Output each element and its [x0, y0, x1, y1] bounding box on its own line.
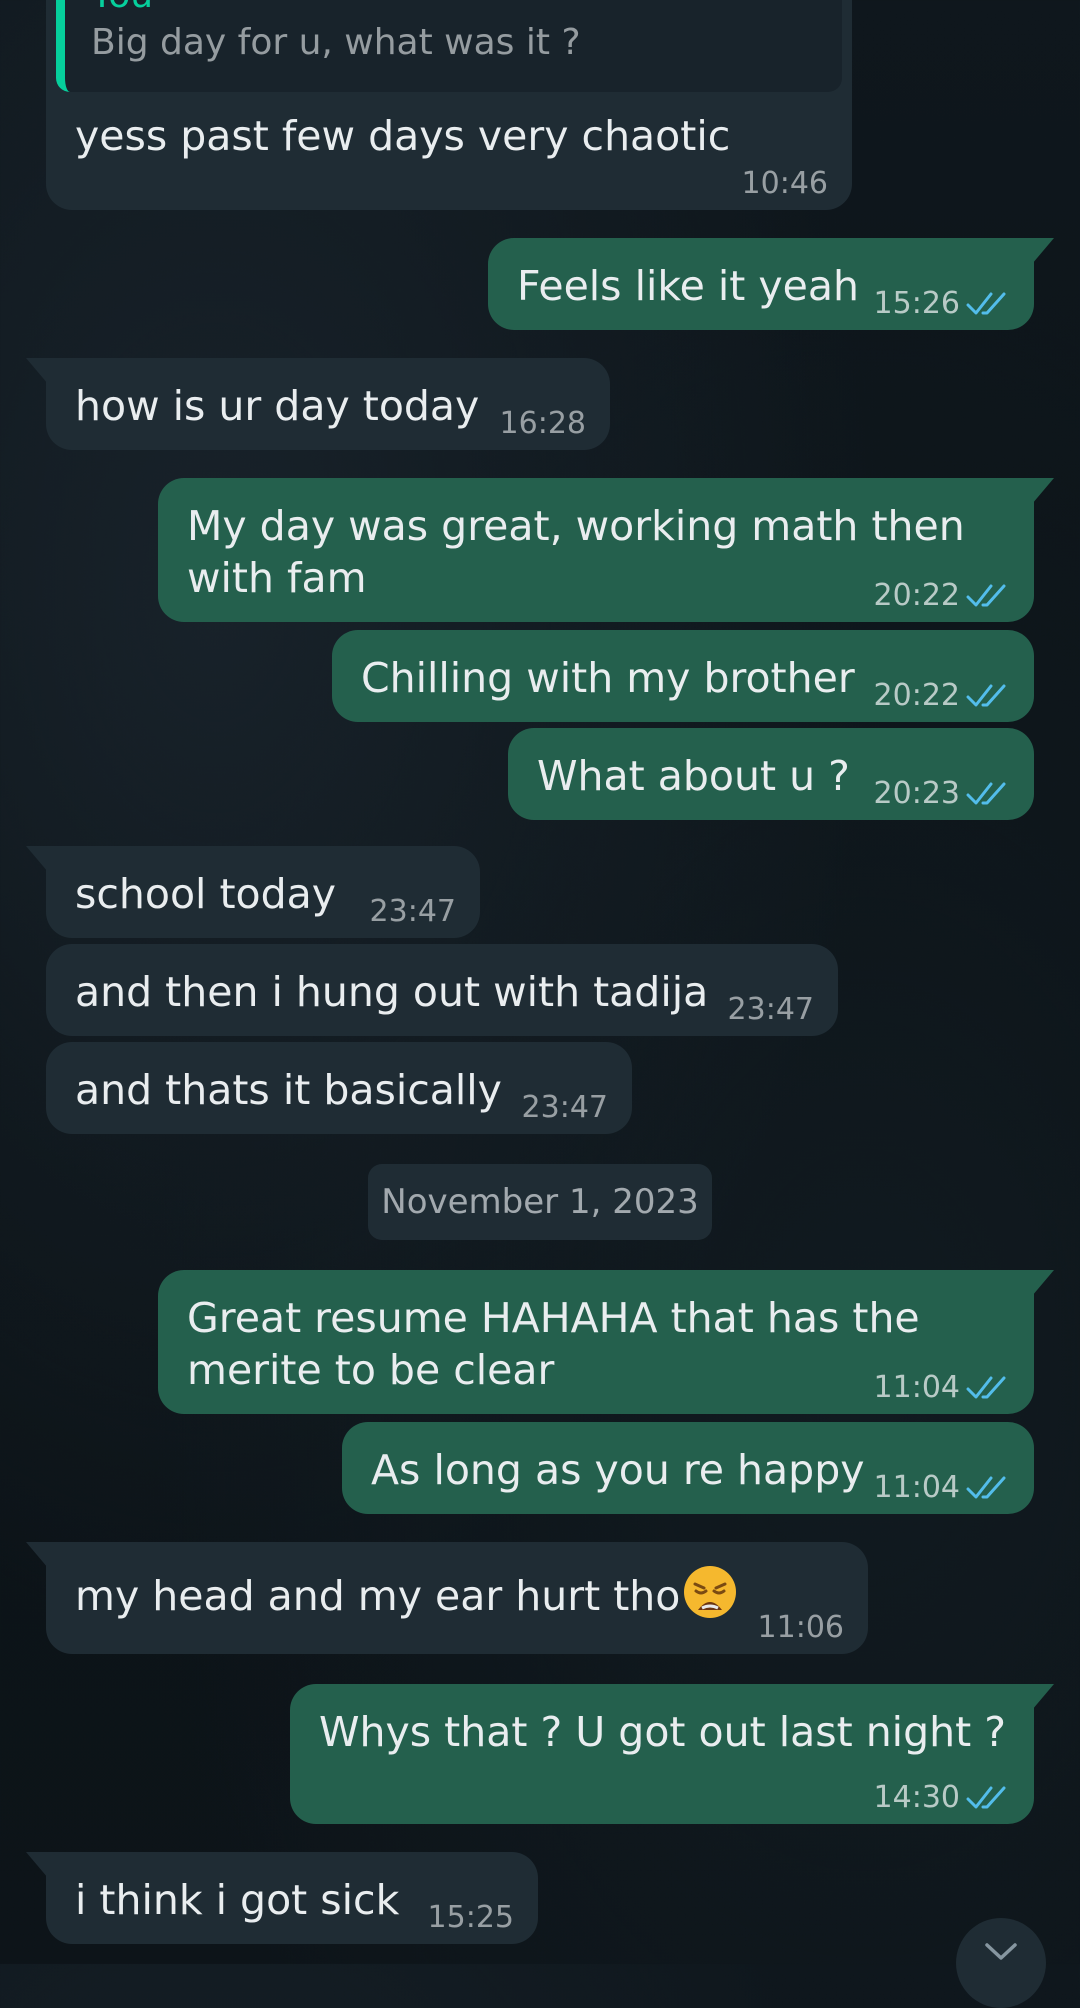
message-meta: 16:28	[500, 409, 586, 439]
message-bubble-outgoing[interactable]: Chilling with my brother 20:22	[332, 630, 1034, 722]
message-meta: 20:22	[874, 681, 1010, 711]
message-bubble-incoming[interactable]: school today 23:47	[26, 846, 480, 938]
message-bubble-incoming[interactable]: i think i got sick 15:25	[26, 1852, 538, 1944]
message-time: 11:04	[873, 1370, 960, 1405]
scroll-to-bottom-button[interactable]	[956, 1918, 1046, 2008]
message-text: school today	[75, 870, 337, 918]
message-text: my head and my ear hurt tho	[75, 1572, 681, 1620]
message-text: i think i got sick	[75, 1876, 400, 1924]
message-bubble-outgoing[interactable]: Whys that ? U got out last night ? 14:30	[290, 1684, 1054, 1824]
message-bubble-outgoing[interactable]: My day was great, working math then with…	[158, 478, 1054, 622]
message-text: yess past few days very chaotic	[75, 112, 731, 160]
message-meta: 11:04	[874, 1473, 1010, 1503]
quoted-author: You	[91, 0, 153, 16]
message-meta: 20:22	[874, 581, 1010, 611]
message-text: Great resume HAHAHA that has the merite …	[187, 1294, 920, 1394]
message-text-row: my head and my ear hurt tho	[75, 1564, 738, 1622]
double-check-icon	[966, 684, 1006, 707]
message-text: What about u ?	[537, 752, 850, 800]
message-meta: 11:04	[874, 1373, 1010, 1403]
message-text: and then i hung out with tadija	[75, 968, 709, 1016]
message-meta: 15:25	[428, 1903, 514, 1933]
message-time: 11:06	[757, 1610, 844, 1645]
message-time: 16:28	[499, 406, 586, 441]
double-check-icon	[966, 782, 1006, 805]
double-check-icon	[966, 1476, 1006, 1499]
weary-face-emoji	[684, 1566, 737, 1618]
message-time: 23:47	[727, 992, 814, 1027]
date-separator: November 1, 2023	[368, 1164, 712, 1240]
message-time: 20:23	[873, 776, 960, 811]
message-bubble-outgoing[interactable]: Feels like it yeah 15:26	[488, 238, 1054, 330]
message-time: 10:46	[741, 166, 828, 201]
message-bubble-incoming[interactable]: and thats it basically 23:47	[46, 1042, 632, 1134]
message-text: As long as you re happy	[371, 1446, 865, 1494]
message-bubble-outgoing[interactable]: What about u ? 20:23	[508, 728, 1034, 820]
message-meta: 20:23	[874, 779, 1010, 809]
message-bubble-outgoing[interactable]: Great resume HAHAHA that has the merite …	[158, 1270, 1054, 1414]
message-time: 15:25	[427, 1900, 514, 1935]
message-meta: 23:47	[728, 995, 814, 1025]
message-time: 14:30	[873, 1780, 960, 1815]
chevron-down-icon	[985, 1943, 1017, 1960]
message-time: 15:26	[873, 286, 960, 321]
message-text: Chilling with my brother	[361, 654, 855, 702]
message-time: 23:47	[521, 1090, 608, 1125]
quoted-message[interactable]: You Big day for u, what was it ?	[56, 0, 842, 92]
message-bubble-incoming[interactable]: and then i hung out with tadija 23:47	[46, 944, 838, 1036]
message-bubble-incoming[interactable]: You Big day for u, what was it ? yess pa…	[46, 0, 852, 210]
message-text: My day was great, working math then with…	[187, 502, 965, 602]
quoted-text: Big day for u, what was it ?	[91, 22, 581, 63]
message-meta: 14:30	[874, 1783, 1010, 1813]
double-check-icon	[966, 292, 1006, 315]
message-text: Whys that ? U got out last night ?	[319, 1708, 1006, 1756]
message-bubble-incoming[interactable]: my head and my ear hurt tho 11:06	[26, 1542, 868, 1654]
message-text: how is ur day today	[75, 382, 480, 430]
message-text: Feels like it yeah	[517, 262, 859, 310]
message-time: 20:22	[873, 578, 960, 613]
message-bubble-incoming[interactable]: how is ur day today 16:28	[26, 358, 610, 450]
message-meta: 15:26	[874, 289, 1010, 319]
message-time: 11:04	[873, 1470, 960, 1505]
message-text: and thats it basically	[75, 1066, 502, 1114]
double-check-icon	[966, 1376, 1006, 1399]
message-meta: 11:06	[758, 1613, 844, 1643]
message-meta: 23:47	[370, 897, 456, 927]
double-check-icon	[966, 584, 1006, 607]
message-time: 23:47	[369, 894, 456, 929]
message-time: 20:22	[873, 678, 960, 713]
double-check-icon	[966, 1786, 1006, 1809]
message-meta: 10:46	[742, 169, 828, 199]
message-meta: 23:47	[522, 1093, 608, 1123]
message-bubble-outgoing[interactable]: As long as you re happy 11:04	[342, 1422, 1034, 1514]
